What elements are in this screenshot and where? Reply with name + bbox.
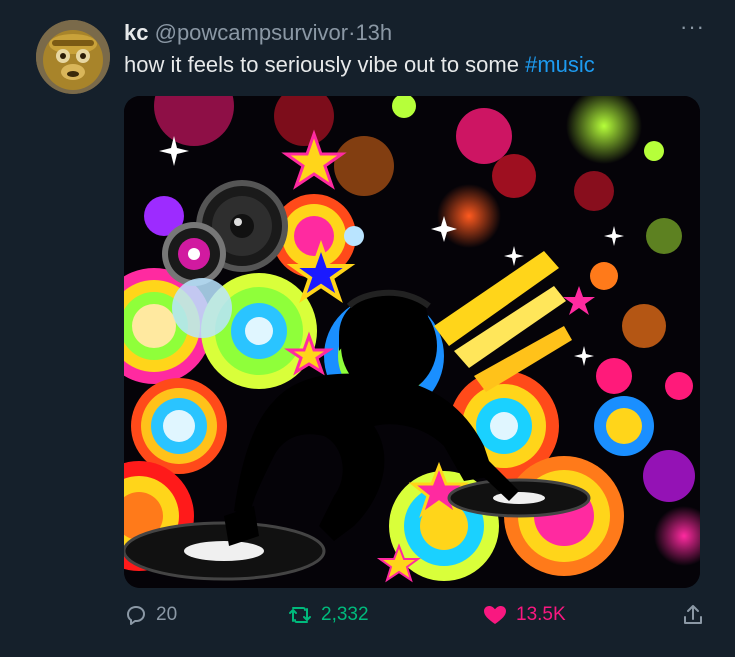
- reply-button[interactable]: 20: [124, 603, 177, 627]
- like-button[interactable]: 13.5K: [482, 603, 566, 627]
- retweet-button[interactable]: 2,332: [287, 603, 369, 627]
- tweet-header: kc @powcampsurvivor·13h ···: [124, 14, 705, 48]
- avatar[interactable]: [36, 20, 110, 94]
- tweet-actions: 20 2,332 13.5K: [124, 603, 705, 637]
- more-icon[interactable]: ···: [680, 14, 705, 40]
- like-count: 13.5K: [516, 604, 566, 625]
- share-icon: [684, 605, 702, 624]
- share-button[interactable]: [681, 603, 705, 627]
- avatar-monkey: [36, 20, 110, 94]
- heart-icon: [484, 606, 506, 624]
- dj-artwork-image: [124, 96, 700, 588]
- reply-count: 20: [156, 604, 178, 625]
- tweet-text: how it feels to seriously vibe out to so…: [124, 52, 595, 78]
- tweet-time[interactable]: 13h: [355, 20, 392, 45]
- hashtag-link[interactable]: #music: [525, 52, 595, 77]
- retweet-count: 2,332: [321, 604, 369, 625]
- reply-icon: [127, 606, 145, 625]
- retweet-icon: [289, 607, 311, 623]
- tweet-media[interactable]: [124, 96, 700, 588]
- tweet-body: how it feels to seriously vibe out to so…: [124, 52, 526, 77]
- author-handle[interactable]: @powcampsurvivor: [155, 20, 349, 45]
- author-name[interactable]: kc: [124, 20, 148, 45]
